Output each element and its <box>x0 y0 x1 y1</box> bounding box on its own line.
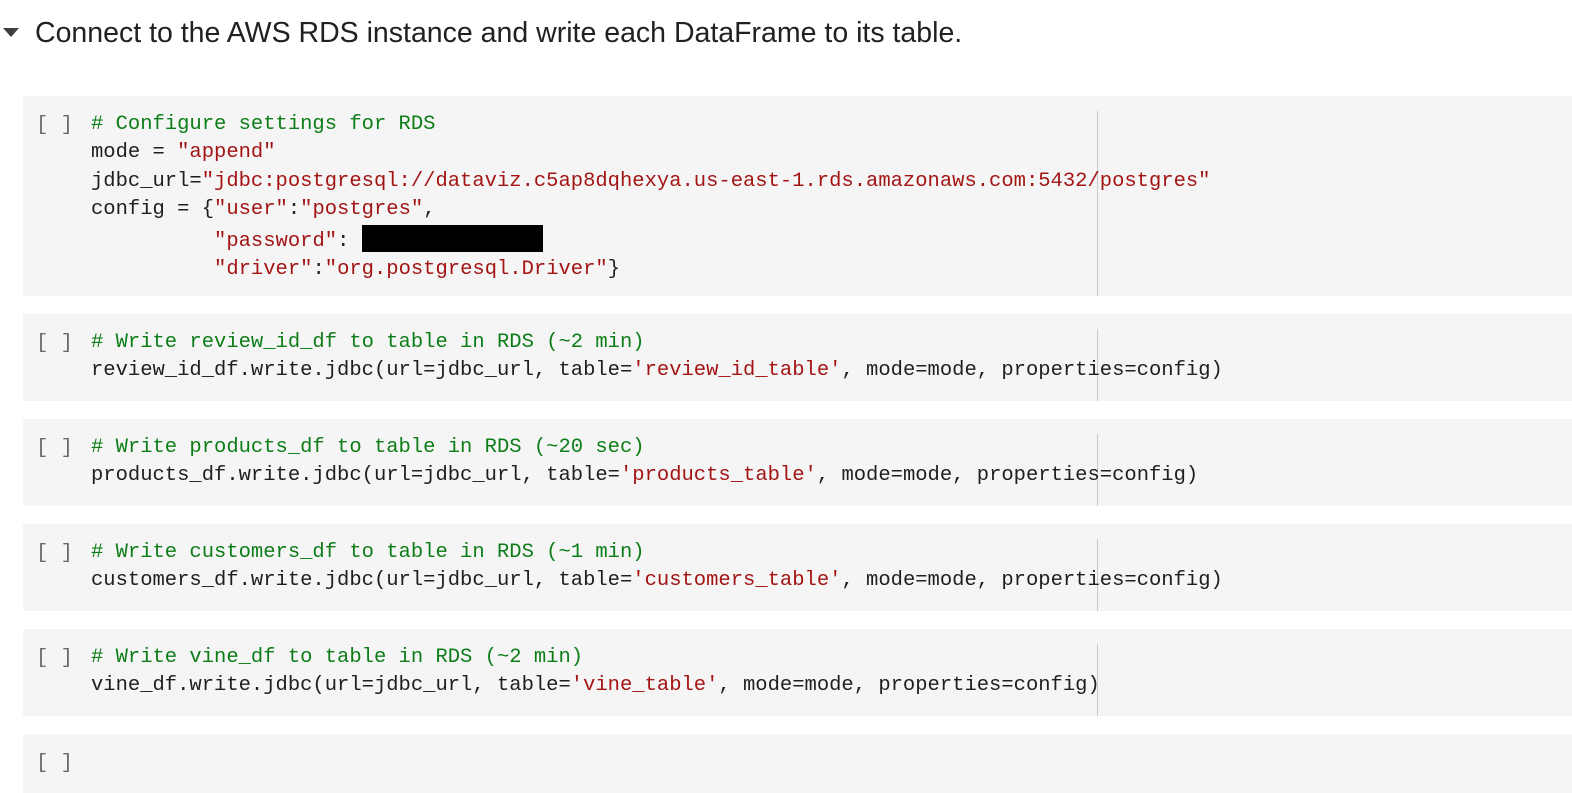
code-text: , <box>423 198 436 222</box>
caret-down-icon[interactable] <box>0 22 22 44</box>
code-text: , mode=mode, properties=config) <box>816 464 1199 488</box>
code-string: 'review_id_table' <box>632 359 842 383</box>
code-editor[interactable]: # Configure settings for RDS mode = "app… <box>91 111 1210 284</box>
code-text: : <box>312 258 325 282</box>
code-text: customers_df.write.jdbc(url=jdbc_url, ta… <box>91 569 633 593</box>
code-comment: # Write vine_df to table in RDS (~2 min) <box>91 646 584 669</box>
notebook-page: Connect to the AWS RDS instance and writ… <box>0 0 1572 793</box>
code-editor[interactable]: # Write customers_df to table in RDS (~1… <box>91 539 1223 596</box>
code-text: review_id_df.write.jdbc(url=jdbc_url, ta… <box>91 359 633 383</box>
code-text: vine_df.write.jdbc(url=jdbc_url, table= <box>91 674 571 698</box>
code-string: "org.postgresql.Driver" <box>324 258 608 282</box>
run-cell-button[interactable]: [ ] <box>36 752 73 775</box>
code-text: , mode=mode, properties=config) <box>841 359 1223 383</box>
code-text: jdbc_url= <box>91 169 202 193</box>
section-header: Connect to the AWS RDS instance and writ… <box>0 12 962 54</box>
code-text: mode = <box>91 141 178 165</box>
redacted-password <box>361 224 543 252</box>
code-text: : <box>287 198 301 222</box>
code-comment: # Write review_id_df to table in RDS (~2… <box>91 331 645 354</box>
code-string: "jdbc:postgresql://dataviz.c5ap8dqhexya.… <box>201 169 1211 193</box>
code-string: "postgres" <box>300 198 424 222</box>
code-editor[interactable]: # Write vine_df to table in RDS (~2 min)… <box>91 644 1100 701</box>
code-string: "driver" <box>214 258 313 282</box>
section-title: Connect to the AWS RDS instance and writ… <box>35 16 963 49</box>
code-text: , mode=mode, properties=config) <box>718 674 1100 698</box>
run-cell-button[interactable]: [ ] <box>36 647 73 670</box>
run-cell-button[interactable]: [ ] <box>36 332 73 355</box>
code-string: "user" <box>214 198 288 222</box>
code-cell-products[interactable]: [ ] # Write products_df to table in RDS … <box>23 419 1572 506</box>
code-cell-configure[interactable]: [ ] # Configure settings for RDS mode = … <box>23 96 1572 296</box>
code-comment: # Configure settings for RDS <box>91 113 436 136</box>
code-text: config = { <box>91 198 215 222</box>
code-comment: # Write products_df to table in RDS (~20… <box>91 436 645 459</box>
code-editor[interactable]: # Write review_id_df to table in RDS (~2… <box>91 329 1223 386</box>
code-string: 'vine_table' <box>570 674 719 698</box>
run-cell-button[interactable]: [ ] <box>36 542 73 565</box>
code-string: 'customers_table' <box>632 569 842 593</box>
code-text: : <box>337 229 362 253</box>
code-string: 'products_table' <box>620 464 817 488</box>
run-cell-button[interactable]: [ ] <box>36 437 73 460</box>
code-text: products_df.write.jdbc(url=jdbc_url, tab… <box>91 464 620 488</box>
code-editor[interactable]: # Write products_df to table in RDS (~20… <box>91 434 1198 491</box>
code-comment: # Write customers_df to table in RDS (~1… <box>91 541 645 564</box>
code-text: , mode=mode, properties=config) <box>841 569 1223 593</box>
code-string: "append" <box>177 141 276 165</box>
code-cell-empty[interactable]: [ ] <box>23 734 1572 793</box>
code-cell-vine[interactable]: [ ] # Write vine_df to table in RDS (~2 … <box>23 629 1572 716</box>
code-text: } <box>607 258 621 282</box>
code-cell-review-id[interactable]: [ ] # Write review_id_df to table in RDS… <box>23 314 1572 401</box>
run-cell-button[interactable]: [ ] <box>36 114 73 137</box>
code-string: "password" <box>214 229 338 253</box>
code-cell-customers[interactable]: [ ] # Write customers_df to table in RDS… <box>23 524 1572 611</box>
